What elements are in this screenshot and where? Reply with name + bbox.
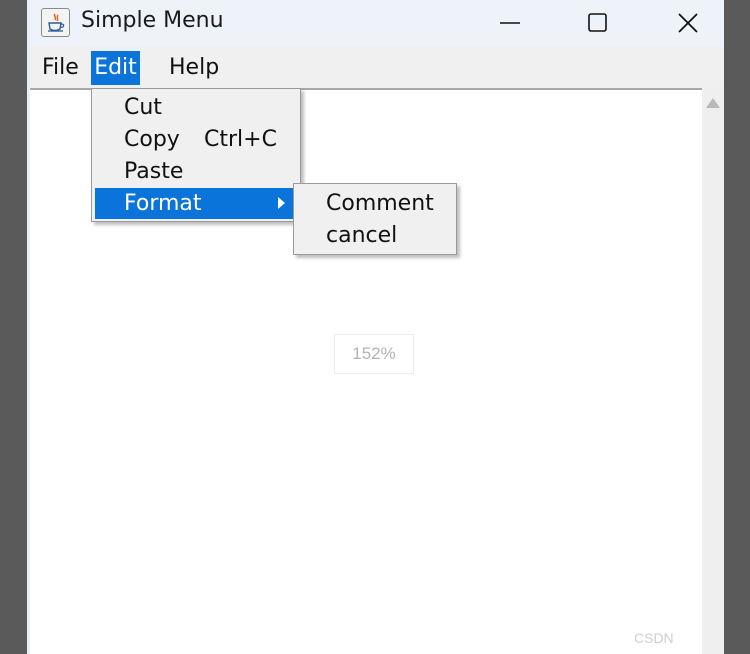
vertical-scrollbar[interactable] [702,88,724,654]
window-title: Simple Menu [81,8,224,33]
menu-item-shortcut: Ctrl+C [204,127,277,152]
scroll-up-arrow-icon[interactable] [706,98,720,108]
java-cup-icon [41,8,70,37]
menu-bar: File Edit Help [30,46,724,88]
close-icon [678,13,698,33]
menu-item-cut[interactable]: Cut [95,92,297,124]
desktop-background-right [724,0,750,654]
submenu-item-comment[interactable]: Comment [297,188,453,220]
maximize-button[interactable] [568,0,628,46]
menu-item-copy[interactable]: Copy Ctrl+C [95,124,297,156]
desktop-background-left [0,0,27,654]
menu-item-paste[interactable]: Paste [95,156,297,188]
submenu-item-label: Comment [326,191,434,216]
title-bar[interactable]: Simple Menu [30,0,724,46]
zoom-level-indicator: 152% [334,334,414,374]
menu-item-label: Format [124,191,202,216]
format-submenu: Comment cancel [293,183,457,255]
submenu-item-label: cancel [326,223,398,248]
menu-item-label: Paste [124,159,184,184]
menu-help[interactable]: Help [161,51,227,85]
submenu-item-cancel[interactable]: cancel [297,220,453,252]
maximize-icon [588,13,607,32]
menu-item-format[interactable]: Format [95,188,297,219]
submenu-arrow-icon [278,197,285,209]
close-button[interactable] [658,0,718,46]
minimize-icon [500,22,520,24]
menu-item-label: Copy [124,127,180,152]
watermark: CSDN [634,630,674,646]
edit-dropdown-menu: Cut Copy Ctrl+C Paste Format [91,88,301,222]
menu-file[interactable]: File [34,51,87,85]
menu-item-label: Cut [124,95,162,120]
minimize-button[interactable] [480,0,540,46]
menu-edit[interactable]: Edit [91,51,140,85]
